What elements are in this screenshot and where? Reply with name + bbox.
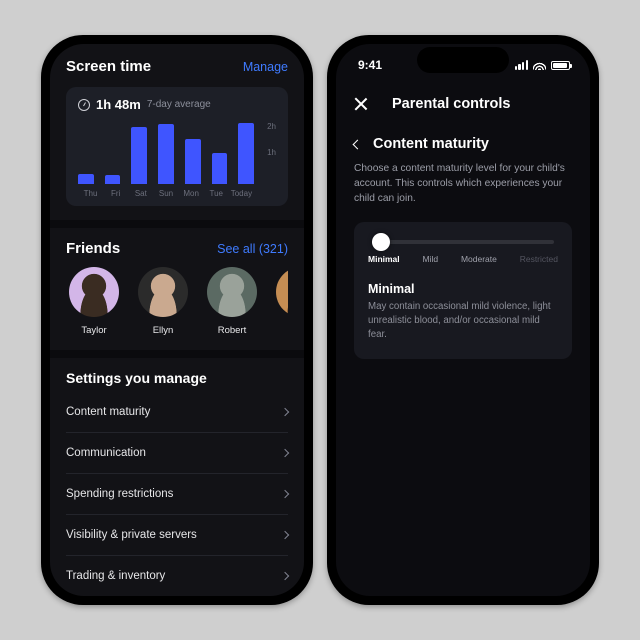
maturity-slider-card: Minimal Mild Moderate Restricted Minimal… [354, 222, 572, 358]
friends-see-all[interactable]: See all (321) [217, 242, 288, 256]
slider-labels: Minimal Mild Moderate Restricted [368, 254, 558, 264]
settings-row[interactable]: Content maturity [66, 392, 288, 433]
chart-bar [212, 153, 228, 184]
content-maturity-section: Content maturity Choose a content maturi… [336, 118, 590, 206]
status-icons [515, 58, 570, 72]
chevron-right-icon [281, 490, 289, 498]
chart-bar [158, 124, 174, 184]
phone-left: Screen time Manage 1h 48m 7-day average … [41, 35, 313, 605]
dynamic-island [417, 47, 509, 73]
wifi-icon [533, 61, 546, 70]
chevron-right-icon [281, 408, 289, 416]
section-description: Choose a content maturity level for your… [354, 162, 572, 206]
chart-ylabel-1h: 1h [267, 148, 276, 157]
chart-bar [78, 174, 94, 184]
avatar [138, 267, 188, 317]
friends-title: Friends [66, 240, 120, 257]
screen-time-title: Screen time [66, 58, 151, 75]
screen-time-card[interactable]: 1h 48m 7-day average 2h 1h ThuFriSatSunM… [66, 87, 288, 206]
divider [50, 350, 304, 358]
avatar [276, 267, 288, 317]
slider-thumb[interactable] [372, 233, 390, 251]
friends-section: Friends See all (321) Taylor Ellyn Robert T… [50, 228, 304, 350]
clock-icon [78, 99, 90, 111]
settings-section: Settings you manage Content maturity Comm… [50, 358, 304, 596]
settings-row-label: Content maturity [66, 406, 150, 418]
chart-xlabel: Mon [179, 189, 204, 198]
divider [50, 220, 304, 228]
friend-item[interactable]: Ellyn [135, 267, 191, 336]
navbar: Parental controls [336, 72, 590, 118]
screen-right: 9:41 Parental controls Content maturity … [336, 44, 590, 596]
friend-name: Taylor [81, 325, 106, 336]
chart-xlabel: Sun [153, 189, 178, 198]
chart-bar [185, 139, 201, 184]
chart-bar [131, 127, 147, 184]
chevron-right-icon [281, 449, 289, 457]
back-icon[interactable] [353, 139, 363, 149]
chevron-right-icon [281, 572, 289, 580]
selected-level-title: Minimal [368, 282, 558, 296]
maturity-slider[interactable] [372, 240, 554, 244]
manage-link[interactable]: Manage [243, 60, 288, 74]
friend-name: Ellyn [153, 325, 174, 336]
phone-right: 9:41 Parental controls Content maturity … [327, 35, 599, 605]
slider-opt-moderate[interactable]: Moderate [461, 254, 497, 264]
chart-xlabel: Thu [78, 189, 103, 198]
settings-row-label: Communication [66, 447, 146, 459]
friend-item[interactable]: Taylor [66, 267, 122, 336]
avatar [69, 267, 119, 317]
chart-bar [105, 175, 121, 184]
friend-name: Robert [218, 325, 247, 336]
screen-left: Screen time Manage 1h 48m 7-day average … [50, 44, 304, 596]
status-time: 9:41 [358, 58, 382, 72]
selected-level-desc: May contain occasional mild violence, li… [368, 300, 558, 342]
slider-opt-restricted[interactable]: Restricted [520, 254, 558, 264]
close-icon[interactable] [354, 97, 368, 111]
chart-ylabel-2h: 2h [267, 122, 276, 131]
settings-row-label: Visibility & private servers [66, 529, 197, 541]
screen-time-value-row: 1h 48m 7-day average [78, 97, 276, 112]
screen-time-chart: 2h 1h ThuFriSatSunMonTueToday [78, 120, 276, 198]
avatar [207, 267, 257, 317]
chart-xlabel: Tue [204, 189, 229, 198]
settings-row-label: Spending restrictions [66, 488, 173, 500]
settings-row-label: Trading & inventory [66, 570, 165, 582]
screen-time-header: Screen time Manage [50, 44, 304, 75]
chart-xlabel: Fri [103, 189, 128, 198]
section-title: Content maturity [373, 136, 489, 152]
friend-item[interactable]: Robert [204, 267, 260, 336]
settings-row[interactable]: Spending restrictions [66, 474, 288, 515]
battery-icon [551, 61, 570, 70]
signal-icon [515, 60, 528, 70]
chart-bar [238, 123, 254, 184]
slider-opt-mild[interactable]: Mild [423, 254, 439, 264]
chevron-right-icon [281, 531, 289, 539]
settings-row[interactable]: Trading & inventory [66, 556, 288, 596]
screen-time-value: 1h 48m [96, 97, 141, 112]
screen-time-avg-label: 7-day average [147, 99, 211, 110]
nav-title: Parental controls [392, 96, 510, 112]
chart-xlabel: Today [229, 189, 254, 198]
slider-opt-minimal[interactable]: Minimal [368, 254, 400, 264]
friend-item[interactable]: Turbo [273, 267, 288, 336]
settings-row[interactable]: Communication [66, 433, 288, 474]
settings-row[interactable]: Visibility & private servers [66, 515, 288, 556]
settings-title: Settings you manage [66, 370, 288, 386]
chart-xlabel: Sat [128, 189, 153, 198]
